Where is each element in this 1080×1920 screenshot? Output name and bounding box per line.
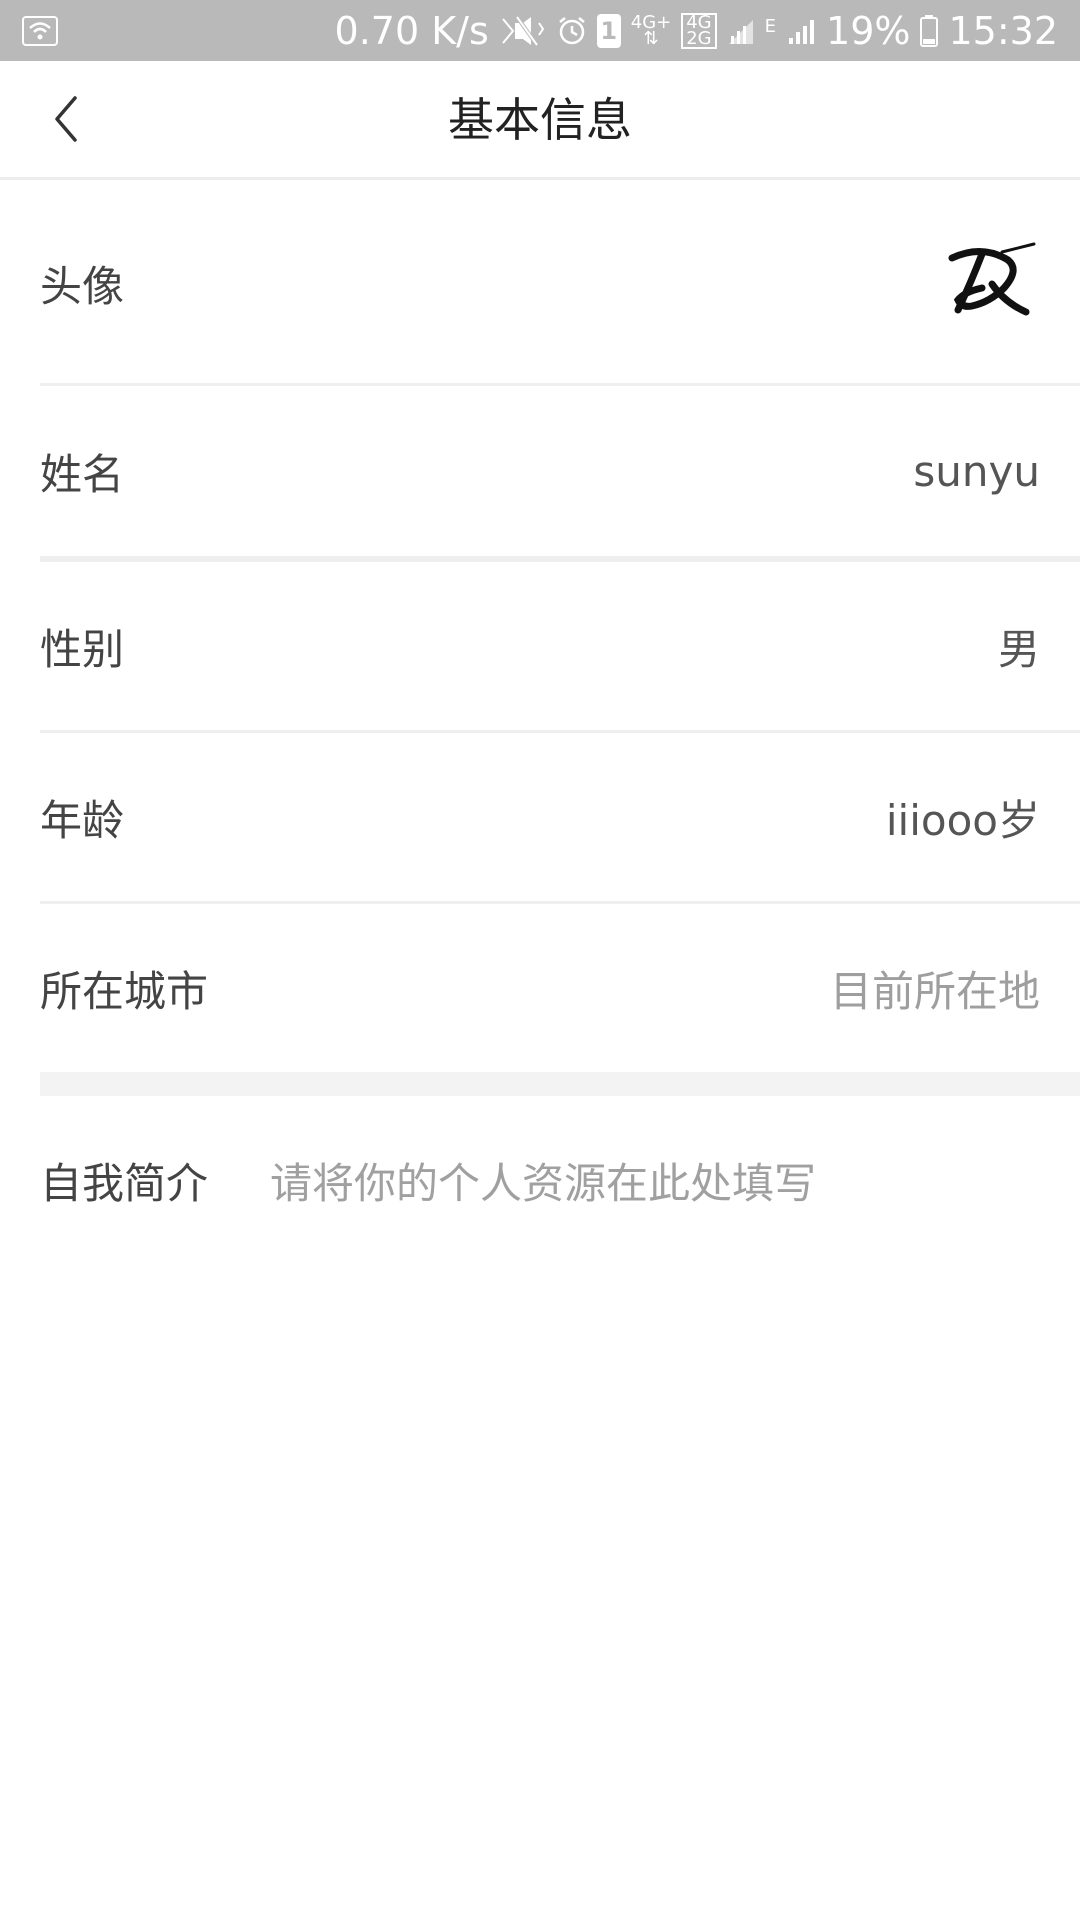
battery-icon bbox=[920, 14, 939, 47]
signal-icon-2 bbox=[786, 16, 816, 46]
status-right: 0.70 K/s 1 4G+ ⇅ 4G 2G E 19% 15:32 bbox=[335, 9, 1058, 53]
network-speed: 0.70 K/s bbox=[334, 8, 489, 53]
section-gap bbox=[40, 1072, 1080, 1096]
battery-percent: 19% bbox=[826, 8, 911, 53]
age-row[interactable]: 年龄 iiiooo岁 bbox=[40, 733, 1080, 901]
name-label: 姓名 bbox=[40, 449, 125, 499]
age-label: 年龄 bbox=[40, 795, 125, 845]
age-value: iiiooo岁 bbox=[885, 795, 1040, 845]
status-bar: 0.70 K/s 1 4G+ ⇅ 4G 2G E 19% 15:32 bbox=[0, 0, 1080, 61]
net-4g-plus: 4G+ ⇅ bbox=[631, 13, 671, 49]
header: 基本信息 bbox=[0, 61, 1080, 180]
wifi-icon bbox=[22, 15, 58, 46]
bio-row: 自我简介 请将你的个人资源在此处填写 bbox=[40, 1140, 1080, 1220]
gender-label: 性别 bbox=[40, 624, 125, 674]
gender-value: 男 bbox=[997, 624, 1040, 674]
name-row[interactable]: 姓名 sunyu bbox=[40, 386, 1080, 556]
status-left bbox=[22, 15, 58, 46]
avatar-label: 头像 bbox=[40, 261, 125, 311]
net-2g-label: 2G bbox=[686, 27, 712, 49]
bio-label: 自我简介 bbox=[40, 1158, 209, 1208]
alarm-icon bbox=[557, 16, 587, 46]
net-4g-2g: 4G 2G bbox=[681, 12, 717, 49]
mute-icon bbox=[499, 15, 547, 47]
city-label: 所在城市 bbox=[40, 966, 209, 1016]
city-value: 目前所在地 bbox=[829, 966, 1040, 1016]
net-e-label: E bbox=[764, 15, 777, 37]
page-title: 基本信息 bbox=[448, 93, 632, 147]
avatar-row[interactable]: 头像 bbox=[40, 183, 1080, 383]
gender-row[interactable]: 性别 男 bbox=[40, 562, 1080, 730]
sim-icon: 1 bbox=[596, 13, 621, 48]
bio-input[interactable]: 请将你的个人资源在此处填写 bbox=[270, 1150, 816, 1211]
data-arrows-icon: ⇅ bbox=[643, 27, 659, 49]
city-row[interactable]: 所在城市 目前所在地 bbox=[40, 904, 1080, 1072]
avatar[interactable] bbox=[940, 233, 1040, 333]
name-value: sunyu bbox=[913, 446, 1040, 496]
clock: 15:32 bbox=[948, 8, 1058, 53]
signal-icon bbox=[727, 16, 755, 46]
